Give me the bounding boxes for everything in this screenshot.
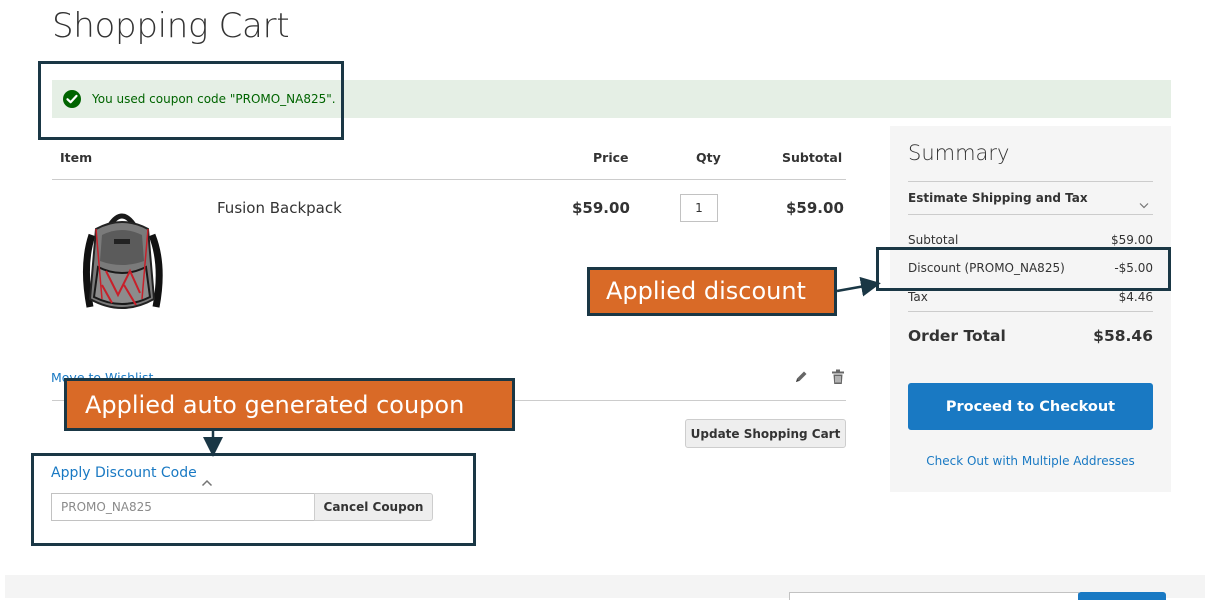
tax-amount: $4.46 bbox=[1118, 290, 1153, 304]
quantity-input[interactable] bbox=[680, 194, 718, 222]
table-header-divider bbox=[52, 179, 846, 180]
order-summary: Summary Estimate Shipping and Tax Subtot… bbox=[890, 126, 1171, 492]
page-footer bbox=[5, 575, 1205, 600]
annotation-box-discount bbox=[876, 247, 1171, 291]
column-header-qty: Qty bbox=[696, 150, 721, 165]
column-header-item: Item bbox=[60, 150, 93, 165]
subtotal-label: Subtotal bbox=[908, 233, 959, 247]
newsletter-input[interactable] bbox=[789, 592, 1079, 600]
item-price: $59.00 bbox=[572, 199, 630, 217]
subtotal-amount: $59.00 bbox=[1111, 233, 1153, 247]
summary-divider bbox=[908, 311, 1153, 312]
multiple-addresses-link[interactable]: Check Out with Multiple Addresses bbox=[890, 454, 1171, 468]
annotation-applied-coupon: Applied auto generated coupon bbox=[64, 378, 515, 431]
chevron-down-icon[interactable] bbox=[1139, 194, 1149, 209]
proceed-to-checkout-button[interactable]: Proceed to Checkout bbox=[908, 383, 1153, 430]
summary-title: Summary bbox=[908, 141, 1010, 165]
estimate-shipping-toggle[interactable]: Estimate Shipping and Tax bbox=[908, 181, 1153, 215]
product-image[interactable] bbox=[62, 195, 182, 325]
annotation-box-coupon bbox=[31, 453, 476, 546]
trash-icon[interactable] bbox=[829, 368, 847, 386]
annotation-applied-discount: Applied discount bbox=[587, 267, 837, 316]
column-header-subtotal: Subtotal bbox=[782, 150, 843, 165]
tax-label: Tax bbox=[908, 290, 928, 304]
edit-icon[interactable] bbox=[792, 368, 810, 386]
item-subtotal: $59.00 bbox=[786, 199, 844, 217]
annotation-box-message bbox=[38, 61, 344, 140]
column-header-price: Price bbox=[593, 150, 629, 165]
newsletter-subscribe-button[interactable] bbox=[1078, 592, 1166, 600]
estimate-shipping-label: Estimate Shipping and Tax bbox=[908, 191, 1088, 205]
order-total-label: Order Total bbox=[908, 327, 1006, 345]
update-shopping-cart-button[interactable]: Update Shopping Cart bbox=[685, 419, 846, 448]
page-title: Shopping Cart bbox=[52, 6, 290, 46]
order-total-amount: $58.46 bbox=[1093, 327, 1153, 345]
product-name[interactable]: Fusion Backpack bbox=[217, 199, 342, 217]
